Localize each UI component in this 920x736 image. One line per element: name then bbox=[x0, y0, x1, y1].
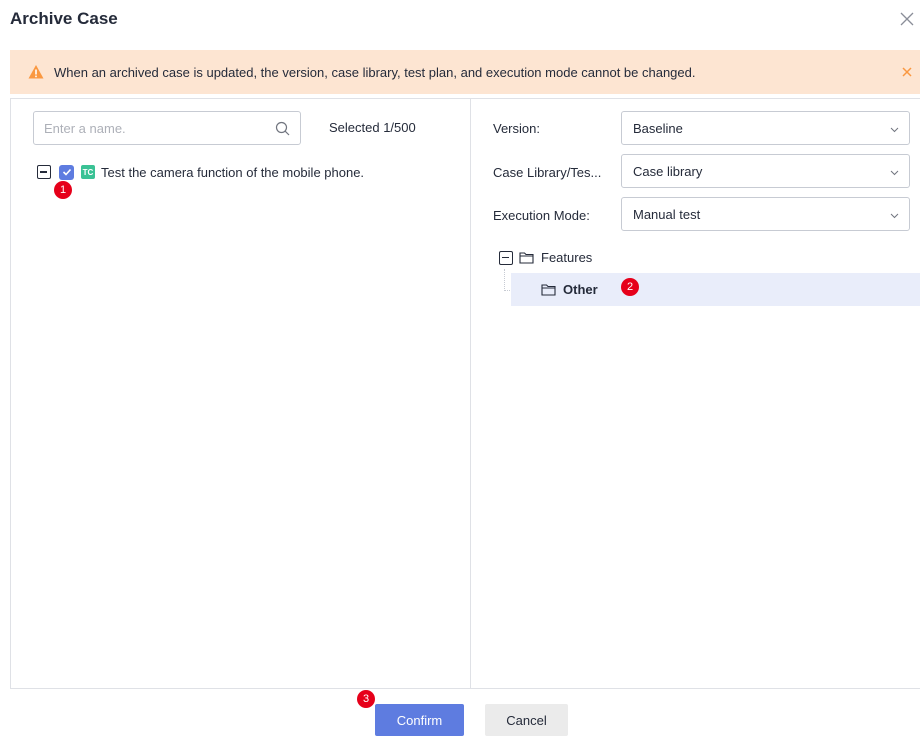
library-select[interactable]: Case library bbox=[621, 154, 910, 188]
cancel-button[interactable]: Cancel bbox=[485, 704, 568, 736]
alert-message: When an archived case is updated, the ve… bbox=[54, 64, 696, 80]
tree-node-features[interactable]: Features bbox=[499, 250, 592, 265]
step-badge-3: 3 bbox=[357, 690, 375, 708]
version-label: Version: bbox=[493, 121, 540, 136]
step-badge-1: 1 bbox=[54, 181, 72, 199]
version-value: Baseline bbox=[633, 121, 683, 136]
library-value: Case library bbox=[633, 164, 703, 179]
tree-node-other-content: Other bbox=[541, 282, 598, 297]
tree-label-other: Other bbox=[563, 282, 598, 297]
chevron-down-icon bbox=[890, 213, 899, 219]
alert-close-icon[interactable] bbox=[899, 64, 915, 80]
mode-label: Execution Mode: bbox=[493, 208, 590, 223]
selected-count: Selected 1/500 bbox=[329, 120, 416, 135]
tree-node-other[interactable]: Other bbox=[511, 273, 920, 306]
check-icon bbox=[62, 168, 71, 176]
panel-container: Selected 1/500 TC Test the camera functi… bbox=[10, 98, 920, 689]
folder-icon bbox=[519, 252, 534, 264]
case-list-panel: Selected 1/500 TC Test the camera functi… bbox=[11, 99, 471, 688]
warning-alert: When an archived case is updated, the ve… bbox=[10, 50, 920, 94]
confirm-button[interactable]: Confirm bbox=[375, 704, 464, 736]
tree-guide-line bbox=[504, 269, 505, 291]
case-label[interactable]: Test the camera function of the mobile p… bbox=[101, 165, 364, 180]
archive-settings-panel: Version: Baseline Case Library/Tes... Ca… bbox=[471, 99, 920, 688]
case-tree-row[interactable]: TC Test the camera function of the mobil… bbox=[37, 163, 364, 181]
tree-label-features: Features bbox=[541, 250, 593, 265]
archive-case-dialog: Archive Case When an archived case is up… bbox=[0, 0, 920, 736]
search-icon[interactable] bbox=[275, 121, 290, 136]
folder-icon bbox=[541, 284, 556, 296]
dialog-title: Archive Case bbox=[10, 9, 118, 28]
close-icon[interactable] bbox=[896, 8, 918, 30]
collapse-icon[interactable] bbox=[499, 250, 513, 265]
mode-select[interactable]: Manual test bbox=[621, 197, 910, 231]
collapse-icon[interactable] bbox=[37, 165, 51, 179]
search-input[interactable] bbox=[34, 112, 254, 144]
version-select[interactable]: Baseline bbox=[621, 111, 910, 145]
case-checkbox[interactable] bbox=[59, 164, 74, 180]
chevron-down-icon bbox=[890, 127, 899, 133]
mode-value: Manual test bbox=[633, 207, 701, 222]
search-box[interactable] bbox=[33, 111, 301, 145]
library-label: Case Library/Tes... bbox=[493, 165, 602, 180]
step-badge-2: 2 bbox=[621, 278, 639, 296]
warning-icon bbox=[28, 65, 44, 79]
tc-badge: TC bbox=[81, 165, 95, 179]
chevron-down-icon bbox=[890, 170, 899, 176]
